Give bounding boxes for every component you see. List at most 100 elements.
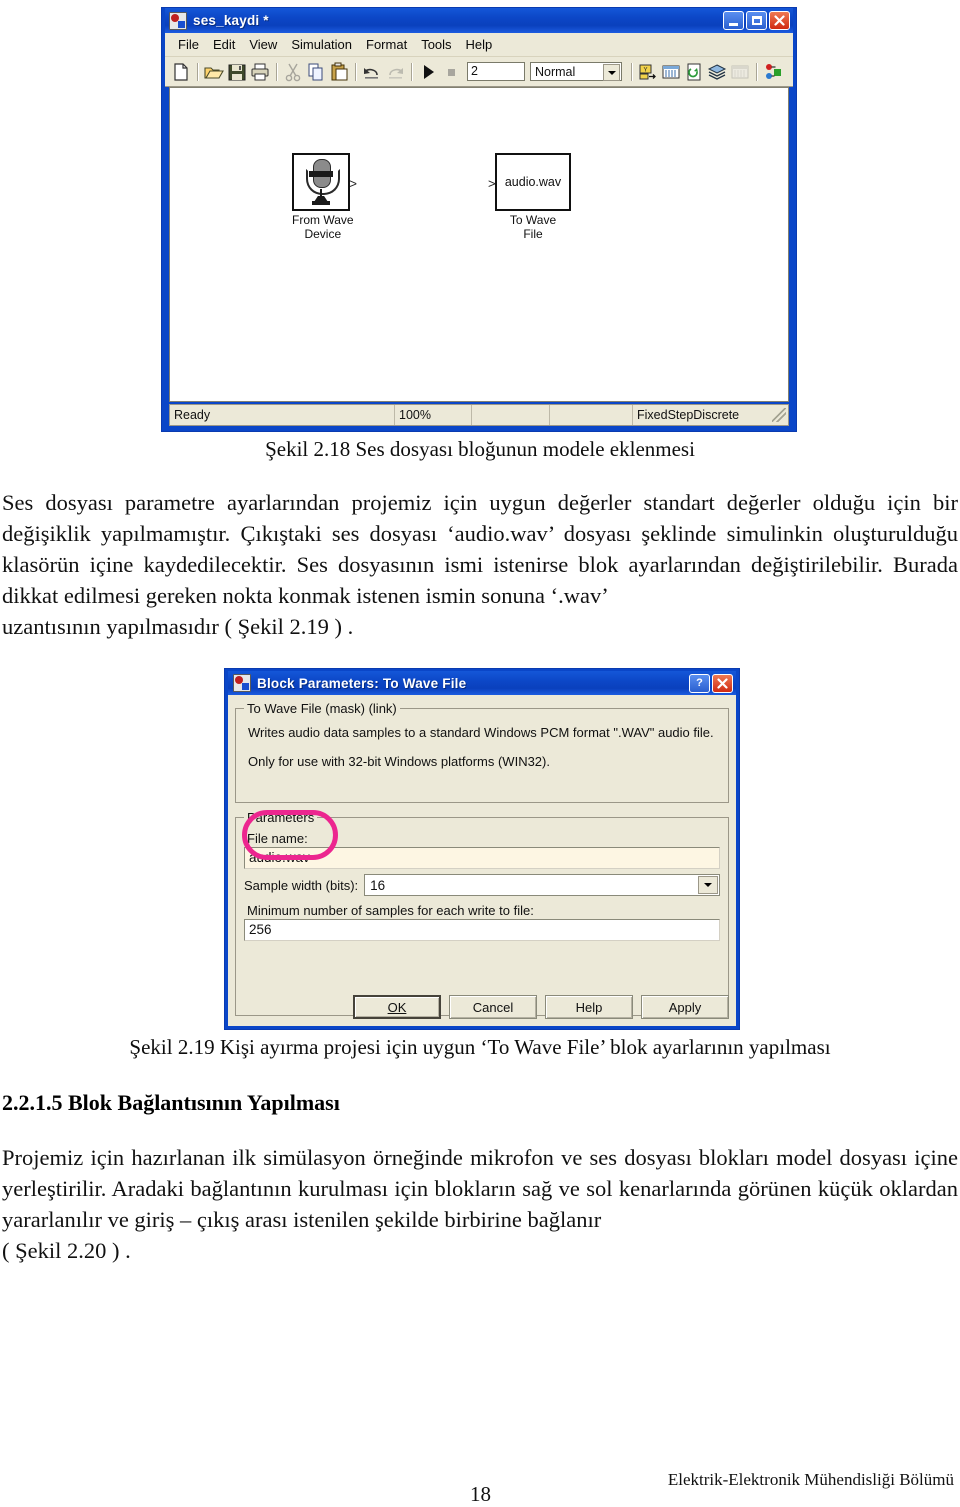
min-samples-input[interactable]: 256 bbox=[244, 919, 720, 941]
minimize-icon bbox=[729, 22, 738, 26]
parameters-group: Parameters File name: audio.wav Sample w… bbox=[235, 810, 729, 1016]
block-from-wave-device[interactable]: > From Wave Device bbox=[292, 153, 357, 241]
paragraph-2-text: Projemiz için hazırlanan ilk simülasyon … bbox=[2, 1145, 958, 1232]
output-port-arrow[interactable]: > bbox=[349, 177, 357, 190]
simulink-toolbar: 2 Normal Y bbox=[165, 57, 793, 87]
block-to-wave-file[interactable]: audio.wav > To Wave File bbox=[488, 153, 571, 241]
status-solver: FixedStepDiscrete bbox=[637, 408, 740, 422]
model-explorer-icon[interactable] bbox=[683, 61, 705, 83]
undo-icon[interactable] bbox=[361, 61, 383, 83]
figure-2-18-caption: Şekil 2.18 Ses dosyası bloğunun modele e… bbox=[265, 437, 695, 461]
toolbar-separator bbox=[276, 62, 277, 81]
toolbar-separator bbox=[197, 62, 198, 81]
toggle-debug-icon bbox=[729, 61, 751, 83]
help-label: Help bbox=[575, 999, 603, 1015]
toolbar-separator bbox=[355, 62, 356, 81]
cut-icon bbox=[282, 61, 304, 83]
mask-description-group: To Wave File (mask) (link) Writes audio … bbox=[235, 701, 729, 803]
menu-help[interactable]: Help bbox=[459, 35, 500, 54]
simulation-mode-select[interactable]: Normal bbox=[530, 62, 622, 81]
footer-department: Elektrik-Elektronik Mühendisliği Bölümü bbox=[667, 1470, 954, 1489]
window-controls bbox=[723, 11, 793, 30]
chevron-down-icon[interactable] bbox=[698, 876, 718, 894]
dialog-titlebar: Block Parameters: To Wave File ? bbox=[228, 671, 736, 695]
cancel-button[interactable]: Cancel bbox=[449, 995, 537, 1019]
simulink-model-icon bbox=[169, 11, 187, 30]
minimize-button[interactable] bbox=[723, 11, 744, 30]
from-wave-device-box[interactable]: > bbox=[292, 153, 357, 211]
menu-edit[interactable]: Edit bbox=[206, 35, 242, 54]
paste-icon[interactable] bbox=[328, 61, 350, 83]
simulink-block-icon bbox=[233, 674, 251, 692]
toolbar-separator bbox=[631, 62, 632, 81]
parameters-group-legend: Parameters bbox=[247, 810, 315, 825]
file-name-label: File name: bbox=[247, 831, 308, 846]
svg-text:Y: Y bbox=[643, 67, 647, 73]
menu-simulation[interactable]: Simulation bbox=[284, 35, 359, 54]
sample-width-value: 16 bbox=[370, 877, 386, 893]
save-icon[interactable] bbox=[226, 61, 248, 83]
menu-tools[interactable]: Tools bbox=[414, 35, 458, 54]
section-heading: 2.2.1.5 Blok Bağlantısının Yapılması bbox=[2, 1090, 340, 1115]
ok-button[interactable]: OK bbox=[353, 995, 441, 1019]
toolbar-separator bbox=[411, 62, 412, 81]
mask-group-legend: To Wave File (mask) (link) bbox=[247, 701, 397, 716]
help-dialog-button[interactable]: Help bbox=[545, 995, 633, 1019]
paragraph-1: Ses dosyası parametre ayarlarından proje… bbox=[2, 487, 958, 642]
dialog-body: To Wave File (mask) (link) Writes audio … bbox=[228, 695, 736, 1026]
to-wave-file-inner-text: audio.wav bbox=[504, 175, 562, 189]
library-browser-icon[interactable] bbox=[660, 61, 682, 83]
simulink-statusbar: Ready 100% FixedStepDiscrete bbox=[169, 404, 789, 426]
resize-grip-icon[interactable] bbox=[772, 408, 786, 422]
model-hierarchy-icon[interactable] bbox=[706, 61, 728, 83]
maximize-button[interactable] bbox=[746, 11, 767, 30]
chevron-down-icon[interactable] bbox=[603, 64, 620, 81]
simulation-mode-value: Normal bbox=[535, 64, 576, 79]
paragraph-1-last-line: uzantısının yapılmasıdır ( Şekil 2.19 ) … bbox=[2, 614, 354, 639]
help-button[interactable]: ? bbox=[689, 673, 710, 693]
open-model-icon[interactable] bbox=[203, 61, 225, 83]
document-page: ses_kaydi * File Edit View Simulation Fo… bbox=[0, 0, 960, 1507]
toolbar-separator bbox=[756, 62, 757, 81]
simulink-canvas[interactable]: > From Wave Device audio.wav > To Wave Fil… bbox=[169, 87, 789, 402]
close-icon bbox=[717, 677, 728, 689]
apply-label: Apply bbox=[668, 999, 702, 1015]
sample-width-select[interactable]: 16 bbox=[364, 874, 720, 896]
start-simulation-icon[interactable] bbox=[417, 61, 439, 83]
input-port-arrow[interactable]: > bbox=[488, 177, 496, 190]
menu-format[interactable]: Format bbox=[359, 35, 414, 54]
print-icon[interactable] bbox=[249, 61, 271, 83]
from-wave-device-label: From Wave Device bbox=[292, 213, 354, 241]
microphone-icon bbox=[304, 159, 340, 205]
redo-icon bbox=[384, 61, 406, 83]
menu-view[interactable]: View bbox=[242, 35, 284, 54]
dialog-window-controls: ? bbox=[689, 673, 736, 693]
description-line-1: Writes audio data samples to a standard … bbox=[248, 725, 714, 740]
copy-icon[interactable] bbox=[305, 61, 327, 83]
simulink-titlebar: ses_kaydi * bbox=[165, 8, 793, 33]
close-button[interactable] bbox=[769, 11, 790, 30]
paragraph-2: Projemiz için hazırlanan ilk simülasyon … bbox=[2, 1142, 958, 1266]
cancel-label: Cancel bbox=[472, 999, 514, 1015]
update-diagram-icon[interactable]: Y bbox=[637, 61, 659, 83]
min-samples-label: Minimum number of samples for each write… bbox=[247, 903, 534, 918]
menu-file[interactable]: File bbox=[171, 35, 206, 54]
block-parameters-dialog: Block Parameters: To Wave File ? To Wave… bbox=[224, 668, 740, 1030]
to-wave-file-box[interactable]: audio.wav > bbox=[488, 153, 571, 211]
paragraph-2-last-line: ( Şekil 2.20 ) . bbox=[2, 1238, 131, 1263]
status-zoom: 100% bbox=[395, 405, 472, 425]
status-cell4 bbox=[550, 405, 633, 425]
stop-time-input[interactable]: 2 bbox=[467, 62, 525, 81]
figure-2-19-caption: Şekil 2.19 Kişi ayırma projesi için uygu… bbox=[129, 1035, 831, 1059]
go-to-parent-icon[interactable] bbox=[762, 61, 784, 83]
new-model-icon[interactable] bbox=[170, 61, 192, 83]
dialog-button-row: OK Cancel Help Apply bbox=[235, 994, 729, 1020]
dialog-close-button[interactable] bbox=[712, 673, 733, 693]
simulink-menubar: File Edit View Simulation Format Tools H… bbox=[165, 33, 793, 57]
sample-width-label: Sample width (bits): bbox=[244, 877, 359, 893]
simulink-model-window: ses_kaydi * File Edit View Simulation Fo… bbox=[161, 7, 797, 432]
window-frame: ses_kaydi * File Edit View Simulation Fo… bbox=[165, 8, 793, 428]
apply-button[interactable]: Apply bbox=[641, 995, 729, 1019]
question-mark-icon: ? bbox=[696, 677, 703, 689]
file-name-input[interactable]: audio.wav bbox=[244, 847, 720, 869]
